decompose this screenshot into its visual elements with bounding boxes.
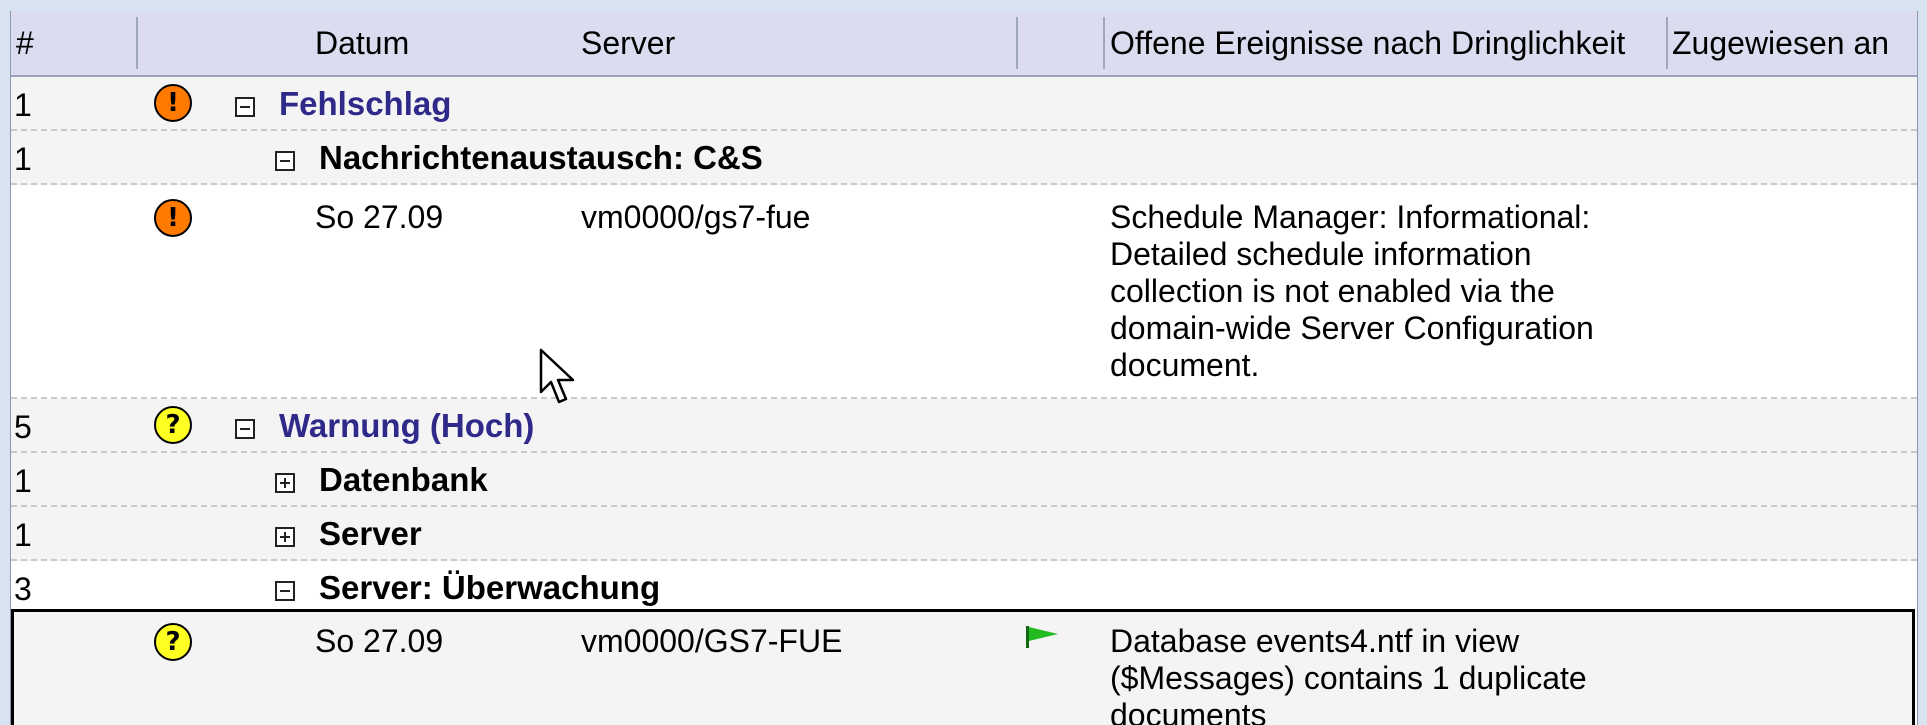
- column-count[interactable]: #: [16, 25, 34, 62]
- row-count: 1: [14, 463, 32, 499]
- row-count: 3: [14, 571, 32, 607]
- subcategory-label: Server: [319, 515, 422, 552]
- column-divider[interactable]: [1016, 17, 1018, 69]
- event-row-selected[interactable]: ? So 27.09 vm0000/GS7-FUE Database event…: [11, 609, 1915, 725]
- event-message: Database events4.ntf in view ($Messages)…: [1110, 623, 1587, 725]
- event-server: vm0000/gs7-fue: [581, 199, 811, 235]
- category-label: Fehlschlag: [279, 85, 452, 122]
- event-row[interactable]: ! So 27.09 vm0000/gs7-fue Schedule Manag…: [11, 185, 1917, 399]
- subcategory-row[interactable]: 1 Datenbank: [11, 453, 1917, 507]
- error-icon: !: [154, 84, 192, 122]
- event-date: So 27.09: [315, 199, 444, 235]
- events-view: # Datum Server Offene Ereignisse nach Dr…: [10, 11, 1918, 725]
- column-divider[interactable]: [136, 17, 138, 69]
- column-open-events[interactable]: Offene Ereignisse nach Dringlichkeit: [1110, 25, 1625, 62]
- category-row[interactable]: 5 ? Warnung (Hoch): [11, 399, 1917, 453]
- row-count: 1: [14, 87, 32, 123]
- subcategory-label: Server: Überwachung: [319, 569, 661, 606]
- column-server[interactable]: Server: [581, 25, 675, 62]
- row-count: 1: [14, 517, 32, 553]
- row-count: 1: [14, 141, 32, 177]
- error-icon: !: [154, 199, 192, 237]
- column-divider[interactable]: [1103, 17, 1105, 69]
- subcategory-label: Nachrichtenaustausch: C&S: [319, 139, 763, 176]
- mouse-pointer-icon: [539, 348, 575, 404]
- column-header: # Datum Server Offene Ereignisse nach Dr…: [11, 11, 1917, 77]
- subcategory-label: Datenbank: [319, 461, 488, 498]
- expand-toggle-icon[interactable]: [275, 527, 295, 547]
- event-date: So 27.09: [315, 623, 444, 659]
- column-assigned-to[interactable]: Zugewiesen an: [1672, 25, 1889, 62]
- collapse-toggle-icon[interactable]: [275, 581, 295, 601]
- category-label: Warnung (Hoch): [279, 407, 535, 444]
- subcategory-row[interactable]: 1 Nachrichtenaustausch: C&S: [11, 131, 1917, 185]
- event-server: vm0000/GS7-FUE: [581, 623, 843, 659]
- warning-icon: ?: [154, 623, 192, 661]
- subcategory-row[interactable]: 3 Server: Überwachung: [11, 561, 1917, 607]
- collapse-toggle-icon[interactable]: [235, 97, 255, 117]
- collapse-toggle-icon[interactable]: [235, 419, 255, 439]
- subcategory-row[interactable]: 1 Server: [11, 507, 1917, 561]
- event-message: Schedule Manager: Informational: Detaile…: [1110, 199, 1594, 383]
- category-row[interactable]: 1 ! Fehlschlag: [11, 77, 1917, 131]
- column-date[interactable]: Datum: [315, 25, 409, 62]
- expand-toggle-icon[interactable]: [275, 473, 295, 493]
- collapse-toggle-icon[interactable]: [275, 151, 295, 171]
- row-count: 5: [14, 409, 32, 445]
- column-divider[interactable]: [1666, 17, 1668, 69]
- flag-icon[interactable]: [1024, 624, 1064, 650]
- warning-icon: ?: [154, 406, 192, 444]
